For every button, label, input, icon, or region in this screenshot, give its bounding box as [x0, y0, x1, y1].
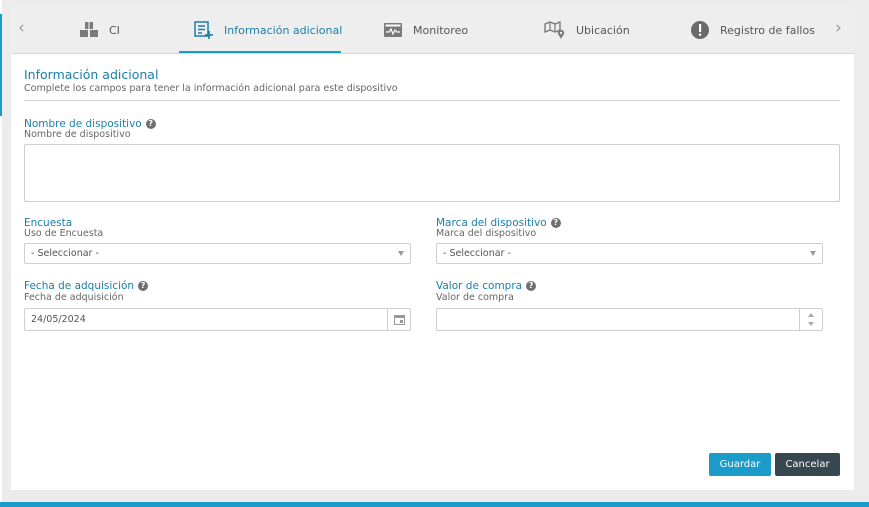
chevron-down-icon[interactable] — [808, 322, 814, 326]
help-icon[interactable]: ? — [526, 281, 537, 291]
section-title: Información adicional — [24, 67, 159, 82]
brand-sublabel: Marca del dispositivo — [436, 228, 537, 239]
help-icon[interactable]: ? — [145, 119, 156, 129]
monitor-icon — [383, 21, 403, 39]
help-icon[interactable]: ? — [550, 218, 561, 228]
tab-ubicacion-label: Ubicación — [576, 23, 630, 37]
purchase-date-sublabel: Fecha de adquisición — [24, 292, 124, 303]
quantity-stepper[interactable] — [799, 309, 822, 330]
help-icon[interactable]: ? — [138, 281, 149, 291]
purchase-date-label-text: Fecha de adquisición — [24, 280, 135, 292]
add-list-icon — [194, 21, 214, 39]
purchase-date-value: 24/05/2024 — [31, 314, 86, 325]
survey-select-value: - Seleccionar - — [31, 248, 99, 259]
purchase-value-sublabel: Valor de compra — [436, 292, 514, 303]
alert-icon — [690, 20, 710, 40]
device-name-sublabel: Nombre de dispositivo — [24, 129, 131, 140]
boxes-icon — [79, 21, 99, 39]
tab-ci-label: CI — [109, 23, 120, 37]
tab-scroll-right-icon[interactable]: › — [835, 18, 842, 38]
tab-scroll-left-icon[interactable]: ‹ — [18, 18, 25, 38]
device-panel: ‹ CI Información adicional Monitoreo Ubi… — [11, 7, 854, 490]
tab-registro-de-fallos-label: Registro de fallos — [720, 23, 815, 37]
save-button[interactable]: Guardar — [709, 453, 771, 476]
tab-monitoreo-label: Monitoreo — [413, 23, 469, 37]
left-accent-bar — [0, 14, 2, 116]
bottom-accent-bar — [0, 502, 869, 507]
purchase-date-label: Fecha de adquisición ? — [24, 280, 149, 292]
calendar-icon[interactable] — [387, 309, 410, 330]
tab-ci[interactable]: CI — [79, 7, 169, 53]
survey-select[interactable]: - Seleccionar - — [24, 243, 411, 264]
map-pin-icon — [544, 21, 566, 39]
device-name-field[interactable] — [24, 144, 840, 202]
brand-select-value: - Seleccionar - — [443, 248, 511, 259]
tab-registro-de-fallos[interactable]: Registro de fallos — [690, 7, 820, 53]
purchase-value-field[interactable] — [436, 308, 823, 331]
tab-monitoreo[interactable]: Monitoreo — [383, 7, 483, 53]
survey-sublabel: Uso de Encuesta — [24, 228, 104, 239]
tab-ubicacion[interactable]: Ubicación — [544, 7, 644, 53]
section-divider — [24, 100, 840, 101]
purchase-date-field[interactable]: 24/05/2024 — [24, 308, 411, 331]
chevron-up-icon[interactable] — [808, 313, 814, 317]
purchase-value-label: Valor de compra ? — [436, 280, 537, 292]
purchase-value-label-text: Valor de compra — [436, 280, 523, 292]
tab-informacion-adicional[interactable]: Información adicional — [179, 7, 343, 53]
section-subtitle: Complete los campos para tener la inform… — [24, 83, 398, 94]
tab-bar: ‹ CI Información adicional Monitoreo Ubi… — [11, 7, 854, 54]
brand-select[interactable]: - Seleccionar - — [436, 243, 823, 264]
tab-informacion-adicional-label: Información adicional — [224, 23, 343, 37]
cancel-button[interactable]: Cancelar — [775, 453, 840, 476]
chevron-down-icon — [398, 251, 404, 256]
chevron-down-icon — [810, 251, 816, 256]
